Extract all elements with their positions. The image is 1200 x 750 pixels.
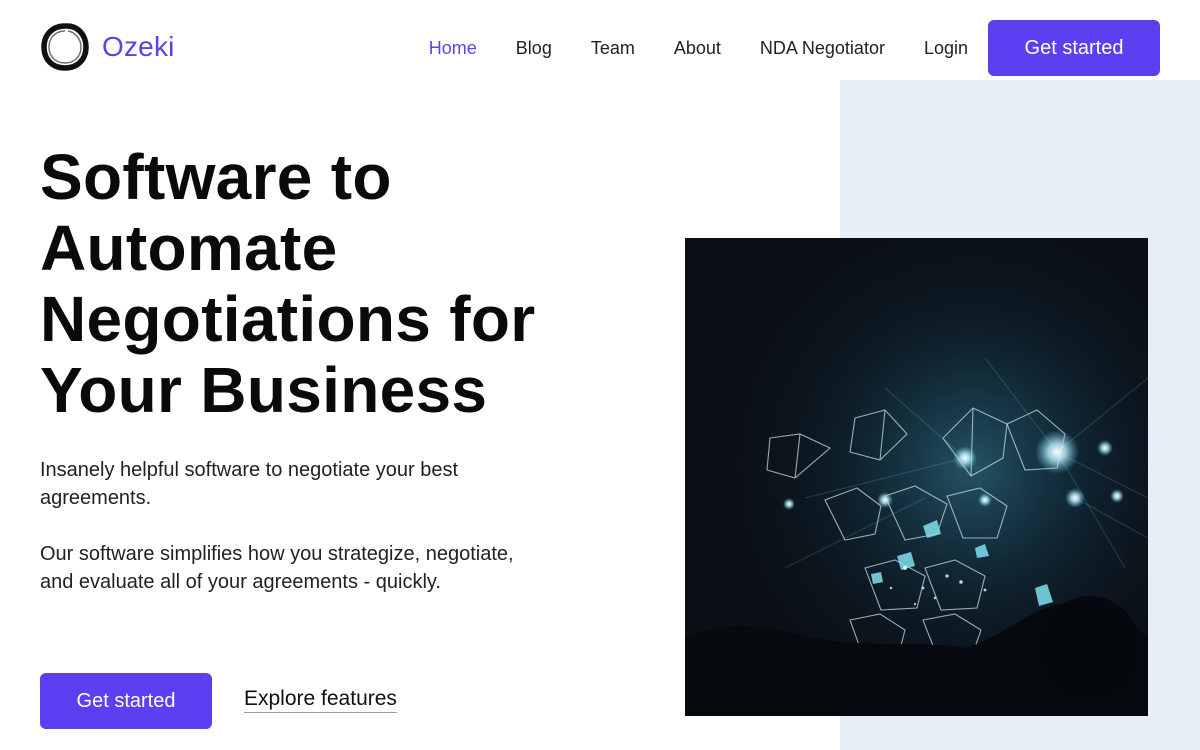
enso-circle-icon: [41, 23, 89, 71]
nav-about[interactable]: About: [674, 38, 721, 59]
nav-login[interactable]: Login: [924, 38, 968, 59]
hero-title: Software to Automate Negotiations for Yo…: [40, 141, 536, 426]
brand-logo[interactable]: Ozeki: [40, 22, 175, 72]
hero-get-started-button[interactable]: Get started: [40, 673, 212, 729]
brand-name: Ozeki: [102, 31, 175, 62]
hero-description: Our software simplifies how you strategi…: [40, 543, 514, 593]
nav-nda-negotiator[interactable]: NDA Negotiator: [760, 38, 885, 59]
nav-blog[interactable]: Blog: [516, 38, 552, 59]
site-header: Ozeki Home Blog Team About NDA Negotiato…: [0, 0, 1200, 96]
nav-team[interactable]: Team: [591, 38, 635, 59]
nav-home[interactable]: Home: [429, 38, 477, 59]
concert-light-installation-photo: [685, 238, 1148, 716]
header-get-started-button[interactable]: Get started: [988, 20, 1160, 76]
explore-features-link[interactable]: Explore features: [244, 687, 397, 713]
main-nav: Home Blog Team About NDA Negotiator Logi…: [429, 20, 1160, 76]
hero-subtitle: Insanely helpful software to negotiate y…: [40, 459, 459, 509]
hero-image: [685, 238, 1148, 716]
